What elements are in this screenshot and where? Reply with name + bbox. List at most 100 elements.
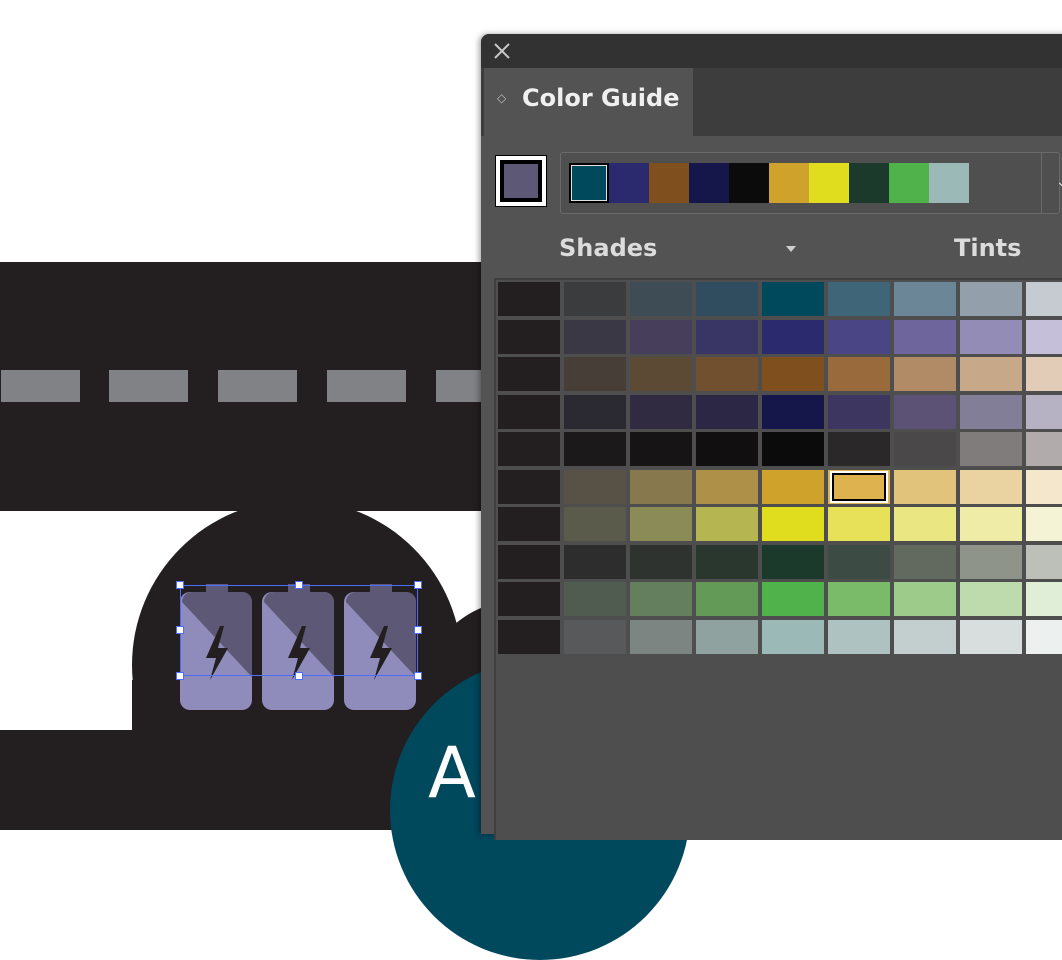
color-variation-cell[interactable]	[894, 319, 956, 354]
color-variation-cell[interactable]	[498, 432, 560, 466]
color-variation-cell[interactable]	[630, 544, 692, 579]
close-icon[interactable]	[491, 40, 513, 62]
color-variation-cell[interactable]	[828, 282, 890, 316]
color-variation-cell[interactable]	[564, 319, 626, 354]
color-variation-cell[interactable]	[828, 394, 890, 429]
color-variation-cell[interactable]	[828, 319, 890, 354]
color-variation-cell[interactable]	[1026, 544, 1062, 579]
color-variation-cell[interactable]	[960, 507, 1022, 541]
selection-handle[interactable]	[176, 581, 184, 589]
color-variation-cell[interactable]	[1026, 582, 1062, 616]
color-variation-cell[interactable]	[630, 432, 692, 466]
color-variation-cell[interactable]	[762, 544, 824, 579]
color-variation-cell[interactable]	[960, 319, 1022, 354]
color-variation-cell[interactable]	[564, 394, 626, 429]
color-variation-cell[interactable]	[630, 582, 692, 616]
color-variation-cell[interactable]	[894, 619, 956, 654]
color-variation-cell[interactable]	[828, 507, 890, 541]
harmony-swatch[interactable]	[769, 163, 809, 203]
color-variation-cell[interactable]	[1026, 507, 1062, 541]
color-variation-cell[interactable]	[696, 619, 758, 654]
color-variation-cell[interactable]	[960, 282, 1022, 316]
harmony-swatch[interactable]	[689, 163, 729, 203]
color-variation-cell[interactable]	[630, 394, 692, 429]
dropdown-triangle-icon[interactable]	[781, 240, 801, 256]
color-variation-cell[interactable]	[630, 319, 692, 354]
harmony-swatch[interactable]	[609, 163, 649, 203]
color-variation-cell[interactable]	[894, 282, 956, 316]
selection-handle[interactable]	[295, 672, 303, 680]
harmony-swatch[interactable]	[929, 163, 969, 203]
color-variation-cell[interactable]	[762, 394, 824, 429]
color-variation-cell[interactable]	[696, 432, 758, 466]
color-variation-cell[interactable]	[564, 619, 626, 654]
color-variation-cell[interactable]	[630, 469, 692, 504]
color-variation-cell[interactable]	[762, 619, 824, 654]
harmony-swatch[interactable]	[889, 163, 929, 203]
color-variation-cell[interactable]	[894, 394, 956, 429]
color-variation-cell[interactable]	[630, 619, 692, 654]
base-color-swatch[interactable]	[495, 155, 547, 207]
color-variation-cell[interactable]	[498, 582, 560, 616]
color-variation-cell[interactable]	[960, 544, 1022, 579]
color-variation-cell[interactable]	[696, 282, 758, 316]
color-variation-cell[interactable]	[498, 507, 560, 541]
color-variation-cell[interactable]	[828, 432, 890, 466]
color-variation-cell[interactable]	[696, 469, 758, 504]
color-variation-cell[interactable]	[828, 619, 890, 654]
selection-bounding-box[interactable]	[180, 585, 418, 676]
color-variation-cell[interactable]	[564, 469, 626, 504]
color-variation-cell[interactable]	[894, 582, 956, 616]
color-variation-cell[interactable]	[762, 282, 824, 316]
color-variation-cell[interactable]	[1026, 282, 1062, 316]
harmony-swatch[interactable]	[809, 163, 849, 203]
color-variation-cell[interactable]	[564, 282, 626, 316]
selection-handle[interactable]	[414, 626, 422, 634]
color-variation-cell[interactable]	[564, 357, 626, 391]
color-variation-cell[interactable]	[564, 432, 626, 466]
harmony-rules-bar[interactable]	[560, 152, 1060, 214]
color-variation-cell[interactable]	[696, 507, 758, 541]
selection-handle[interactable]	[295, 581, 303, 589]
color-variation-cell[interactable]	[696, 544, 758, 579]
color-variation-cell[interactable]	[498, 469, 560, 504]
color-variation-cell[interactable]	[498, 282, 560, 316]
panel-title-bar[interactable]	[481, 34, 1062, 68]
harmony-swatch[interactable]	[569, 163, 609, 203]
color-variation-cell[interactable]	[762, 357, 824, 391]
color-variation-cell[interactable]	[1026, 469, 1062, 504]
harmony-swatch[interactable]	[729, 163, 769, 203]
color-variation-cell[interactable]	[696, 319, 758, 354]
selection-handle[interactable]	[414, 581, 422, 589]
color-variation-cell[interactable]	[1026, 619, 1062, 654]
color-variation-cell[interactable]	[828, 582, 890, 616]
color-variation-cell[interactable]	[762, 319, 824, 354]
color-variation-cell[interactable]	[498, 394, 560, 429]
color-variation-cell[interactable]	[960, 432, 1022, 466]
harmony-swatch[interactable]	[849, 163, 889, 203]
color-variation-cell[interactable]	[894, 544, 956, 579]
color-variation-cell[interactable]	[498, 319, 560, 354]
color-variation-cell[interactable]	[894, 432, 956, 466]
color-variation-cell[interactable]	[960, 394, 1022, 429]
color-variation-cell[interactable]	[696, 357, 758, 391]
color-variation-cell[interactable]	[828, 544, 890, 579]
color-variation-cell[interactable]	[960, 619, 1022, 654]
color-variation-cell[interactable]	[894, 357, 956, 391]
color-variation-cell[interactable]	[762, 432, 824, 466]
color-variation-cell[interactable]	[828, 469, 890, 504]
color-variation-cell[interactable]	[762, 582, 824, 616]
tab-color-guide[interactable]: ◇ Color Guide	[484, 68, 693, 136]
color-variation-cell[interactable]	[1026, 432, 1062, 466]
color-variation-cell[interactable]	[762, 469, 824, 504]
color-variation-cell[interactable]	[1026, 357, 1062, 391]
color-variation-cell[interactable]	[498, 544, 560, 579]
color-variation-cell[interactable]	[894, 469, 956, 504]
color-variation-cell[interactable]	[630, 507, 692, 541]
harmony-swatch[interactable]	[649, 163, 689, 203]
color-variation-cell[interactable]	[828, 357, 890, 391]
color-variation-cell[interactable]	[630, 282, 692, 316]
color-variation-cell[interactable]	[564, 507, 626, 541]
color-variation-cell[interactable]	[498, 619, 560, 654]
color-variation-cell[interactable]	[564, 582, 626, 616]
